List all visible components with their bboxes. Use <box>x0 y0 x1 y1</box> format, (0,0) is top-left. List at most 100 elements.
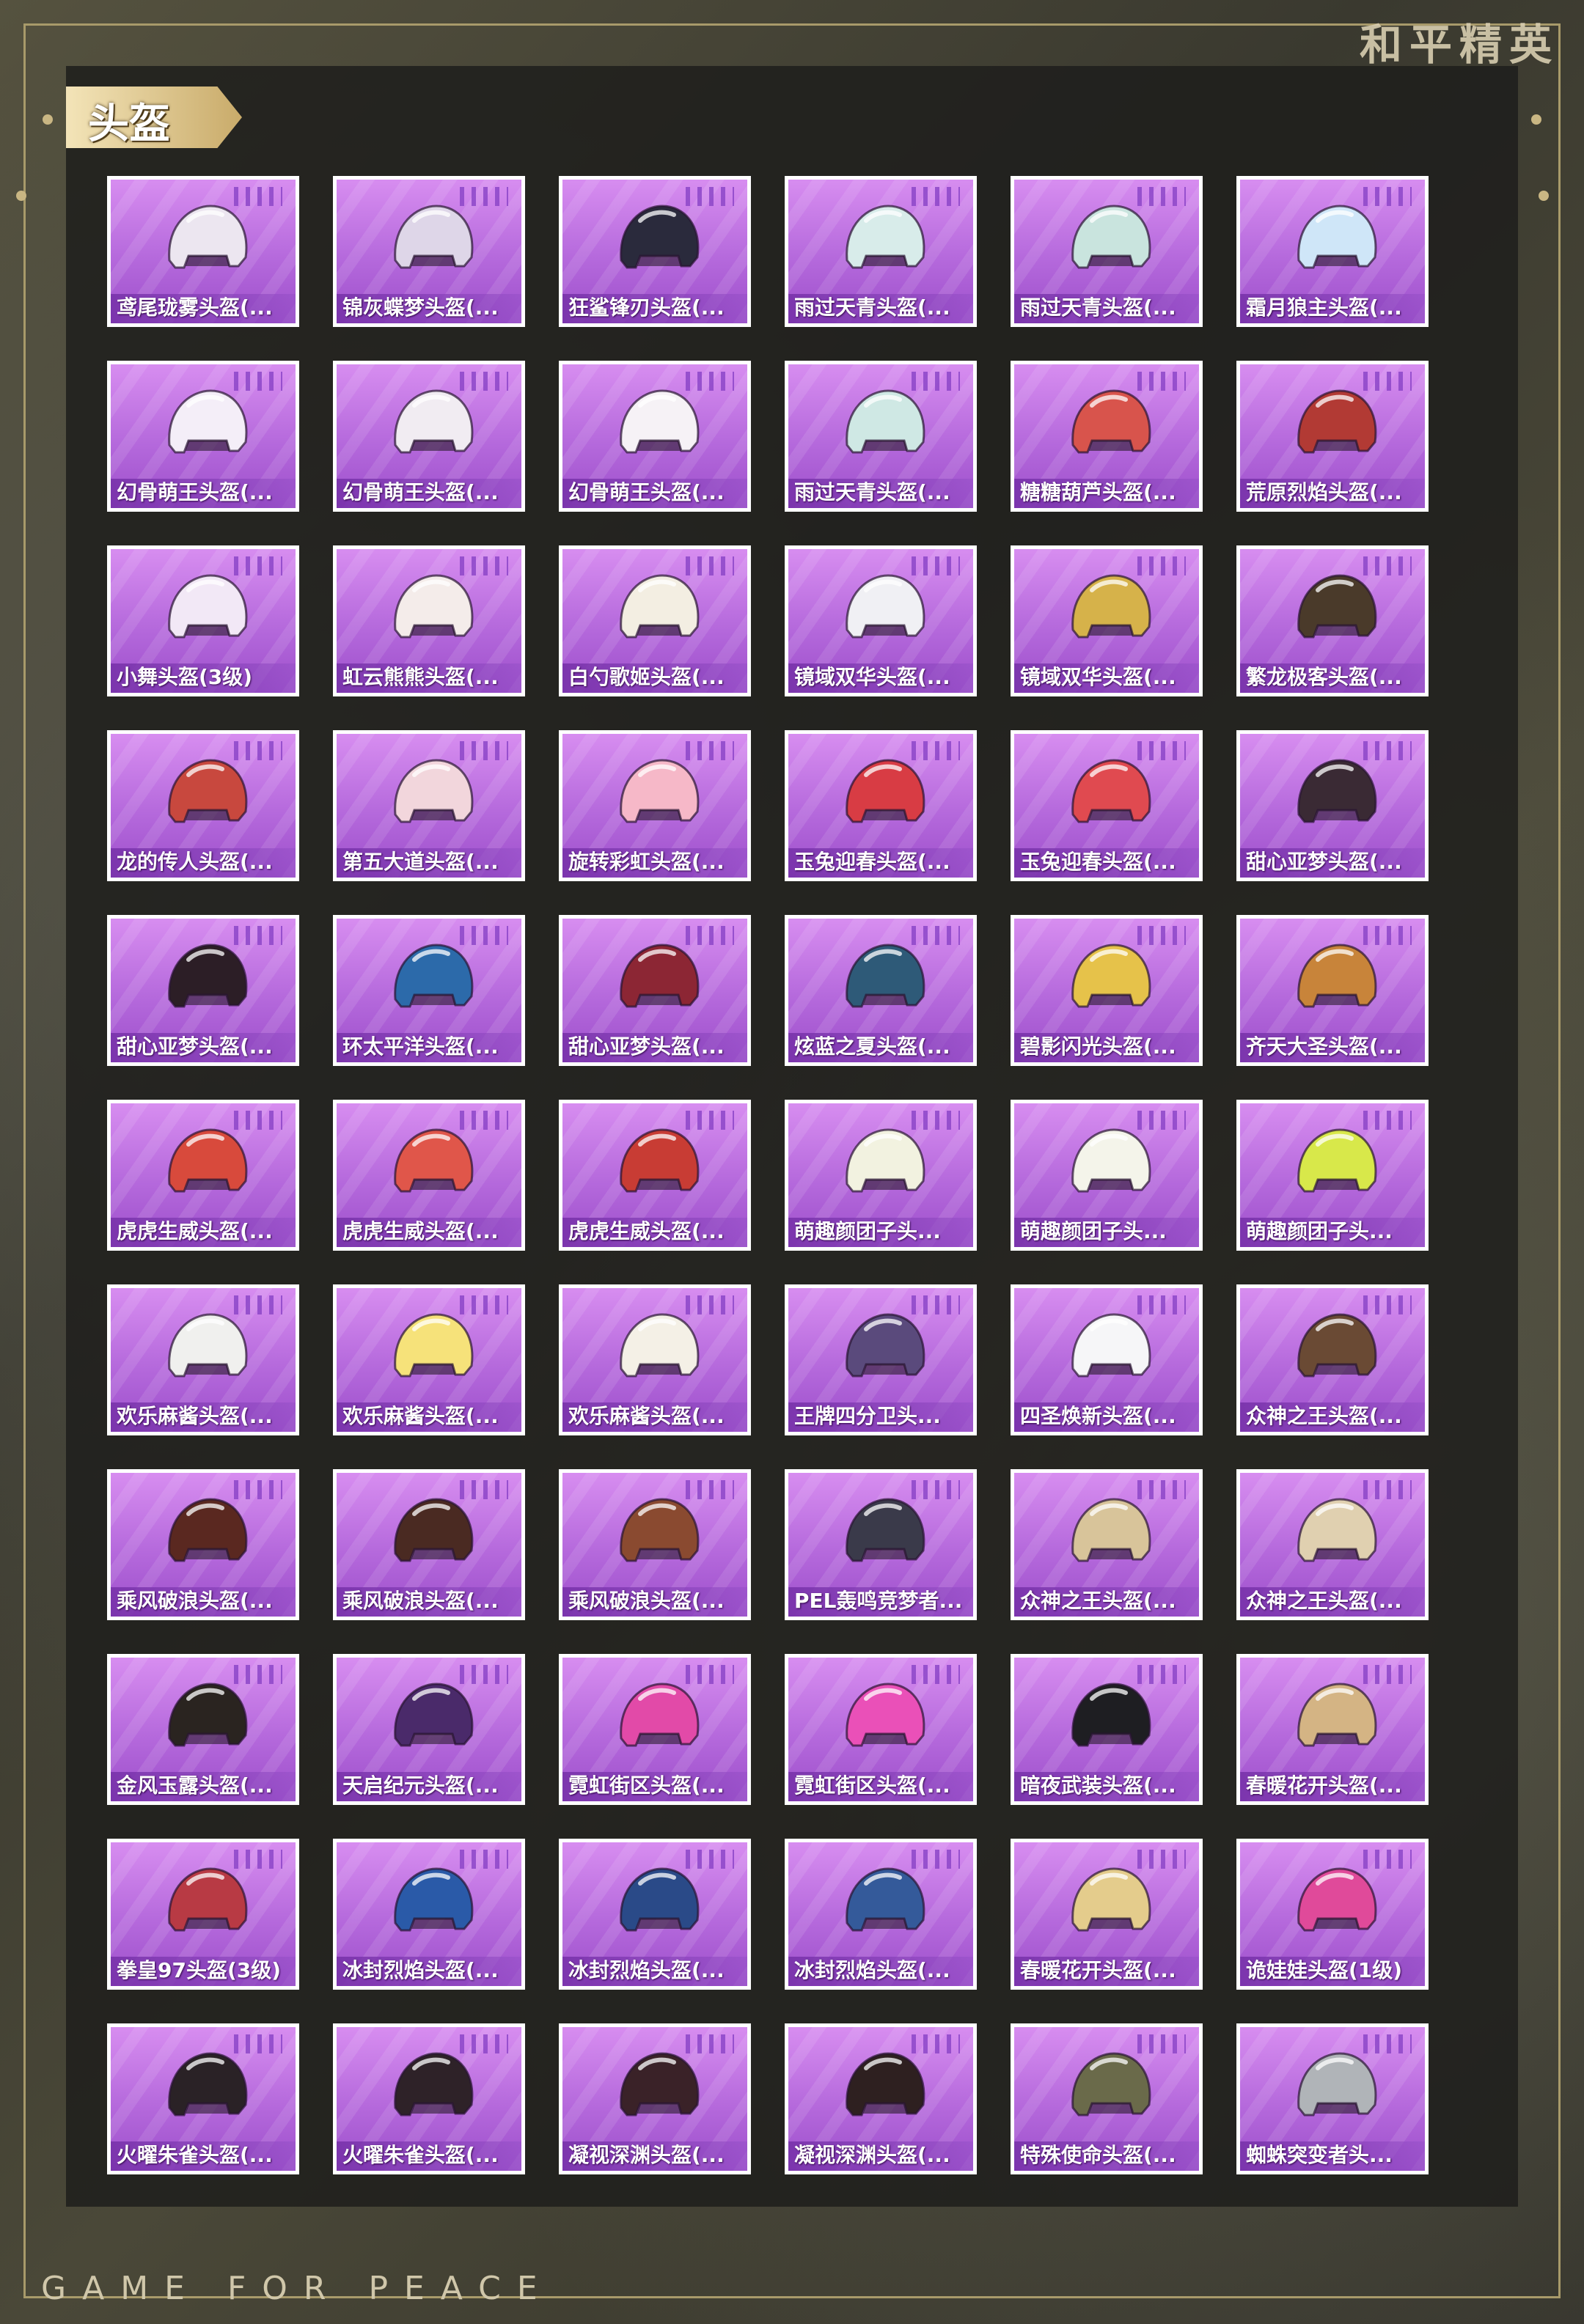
helmet-card[interactable]: 幻骨萌王头盔(... <box>559 361 751 512</box>
helmet-name: 乘风破浪头盔(... <box>342 1589 499 1613</box>
helmet-card[interactable]: 虎虎生威头盔(... <box>333 1100 525 1251</box>
helmet-card[interactable]: 霜月狼主头盔(... <box>1236 176 1429 327</box>
helmet-icon <box>168 1313 248 1378</box>
helmet-name: 荒原烈焰头盔(... <box>1246 480 1402 504</box>
helmet-card[interactable]: 欢乐麻酱头盔(... <box>107 1284 299 1435</box>
helmet-card[interactable]: 锦灰蝶梦头盔(... <box>333 176 525 327</box>
helmet-card[interactable]: 诡娃娃头盔(1级) <box>1236 1839 1429 1990</box>
helmet-card[interactable]: 雨过天青头盔(... <box>785 361 977 512</box>
helmet-card[interactable]: 蜘蛛突变者头... <box>1236 2023 1429 2174</box>
helmet-icon <box>168 944 248 1008</box>
helmet-card[interactable]: 雨过天青头盔(... <box>1011 176 1203 327</box>
helmet-name: 甜心亚梦头盔(... <box>117 1034 273 1059</box>
helmet-card[interactable]: 春暖花开头盔(... <box>1011 1839 1203 1990</box>
helmet-icon <box>394 1498 474 1562</box>
helmet-card[interactable]: 特殊使命头盔(... <box>1011 2023 1203 2174</box>
helmet-card[interactable]: 众神之王头盔(... <box>1011 1469 1203 1620</box>
helmet-card[interactable]: 天启纪元头盔(... <box>333 1654 525 1805</box>
helmet-card[interactable]: 碧影闪光头盔(... <box>1011 915 1203 1066</box>
helmet-name: 虎虎生威头盔(... <box>568 1219 725 1243</box>
helmet-card[interactable]: 狂鲨锋刃头盔(... <box>559 176 751 327</box>
helmet-card[interactable]: 荒原烈焰头盔(... <box>1236 361 1429 512</box>
helmet-icon <box>394 759 474 823</box>
helmet-card[interactable]: 乘风破浪头盔(... <box>333 1469 525 1620</box>
helmet-card[interactable]: 火曜朱雀头盔(... <box>333 2023 525 2174</box>
helmet-name: 欢乐麻酱头盔(... <box>568 1404 725 1428</box>
helmet-icon <box>620 1128 700 1193</box>
helmet-name: 镜域双华头盔(... <box>1020 665 1176 689</box>
helmet-card[interactable]: 虎虎生威头盔(... <box>559 1100 751 1251</box>
helmet-card[interactable]: 冰封烈焰头盔(... <box>333 1839 525 1990</box>
helmet-card[interactable]: 幻骨萌王头盔(... <box>107 361 299 512</box>
helmet-icon <box>394 1867 474 1932</box>
helmet-icon <box>1297 1128 1377 1193</box>
helmet-name: 虎虎生威头盔(... <box>117 1219 273 1243</box>
helmet-card[interactable]: 龙的传人头盔(... <box>107 730 299 881</box>
frame-dot-left-top <box>43 114 53 125</box>
helmet-card[interactable]: 第五大道头盔(... <box>333 730 525 881</box>
helmet-card[interactable]: 冰封烈焰头盔(... <box>785 1839 977 1990</box>
helmet-card[interactable]: 霓虹街区头盔(... <box>785 1654 977 1805</box>
helmet-name: 镜域双华头盔(... <box>794 665 950 689</box>
helmet-card[interactable]: 虹云熊熊头盔(... <box>333 545 525 696</box>
helmet-card[interactable]: 炫蓝之夏头盔(... <box>785 915 977 1066</box>
helmet-icon <box>1071 944 1151 1008</box>
helmet-card[interactable]: 甜心亚梦头盔(... <box>107 915 299 1066</box>
helmet-card[interactable]: 旋转彩虹头盔(... <box>559 730 751 881</box>
helmet-name: 凝视深渊头盔(... <box>568 2143 725 2167</box>
helmet-icon <box>620 759 700 823</box>
helmet-icon <box>620 205 700 269</box>
helmet-card[interactable]: 凝视深渊头盔(... <box>785 2023 977 2174</box>
helmet-card[interactable]: 镜域双华头盔(... <box>785 545 977 696</box>
footer-slogan: GAME FOR PEACE <box>41 2270 554 2307</box>
helmet-card[interactable]: 玉兔迎春头盔(... <box>1011 730 1203 881</box>
helmet-name: 拳皇97头盔(3级) <box>117 1958 282 1982</box>
helmet-card[interactable]: 环太平洋头盔(... <box>333 915 525 1066</box>
helmet-name: 四圣焕新头盔(... <box>1020 1404 1176 1428</box>
helmet-card[interactable]: 萌趣颜团子头... <box>1236 1100 1429 1251</box>
helmet-card[interactable]: 镜域双华头盔(... <box>1011 545 1203 696</box>
helmet-card[interactable]: 白勺歌姬头盔(... <box>559 545 751 696</box>
helmet-card[interactable]: 众神之王头盔(... <box>1236 1284 1429 1435</box>
helmet-icon <box>846 1683 925 1747</box>
helmet-card[interactable]: 玉兔迎春头盔(... <box>785 730 977 881</box>
helmet-name: 萌趣颜团子头... <box>1020 1219 1167 1243</box>
helmet-card[interactable]: 欢乐麻酱头盔(... <box>333 1284 525 1435</box>
helmet-card[interactable]: 繁龙极客头盔(... <box>1236 545 1429 696</box>
helmet-card[interactable]: 冰封烈焰头盔(... <box>559 1839 751 1990</box>
helmet-card[interactable]: 金风玉露头盔(... <box>107 1654 299 1805</box>
helmet-name: 狂鲨锋刃头盔(... <box>568 295 725 320</box>
helmet-icon <box>1071 1498 1151 1562</box>
helmet-card[interactable]: 幻骨萌王头盔(... <box>333 361 525 512</box>
helmet-card[interactable]: 萌趣颜团子头... <box>785 1100 977 1251</box>
helmet-card[interactable]: 鸢尾珑雾头盔(... <box>107 176 299 327</box>
helmet-name: 金风玉露头盔(... <box>117 1773 273 1798</box>
helmet-card[interactable]: 雨过天青头盔(... <box>785 176 977 327</box>
helmet-icon <box>1071 1313 1151 1378</box>
helmet-name: 虹云熊熊头盔(... <box>342 665 499 689</box>
helmet-card[interactable]: 齐天大圣头盔(... <box>1236 915 1429 1066</box>
helmet-card[interactable]: 糖糖葫芦头盔(... <box>1011 361 1203 512</box>
helmet-icon <box>846 1498 925 1562</box>
helmet-name: 玉兔迎春头盔(... <box>1020 850 1176 874</box>
helmet-card[interactable]: 虎虎生威头盔(... <box>107 1100 299 1251</box>
helmet-card[interactable]: 火曜朱雀头盔(... <box>107 2023 299 2174</box>
helmet-card[interactable]: 众神之王头盔(... <box>1236 1469 1429 1620</box>
helmet-card[interactable]: 小舞头盔(3级) <box>107 545 299 696</box>
helmet-card[interactable]: 暗夜武装头盔(... <box>1011 1654 1203 1805</box>
helmet-card[interactable]: 王牌四分卫头... <box>785 1284 977 1435</box>
helmet-card[interactable]: 甜心亚梦头盔(... <box>1236 730 1429 881</box>
helmet-card[interactable]: 春暖花开头盔(... <box>1236 1654 1429 1805</box>
helmet-card[interactable]: 霓虹街区头盔(... <box>559 1654 751 1805</box>
helmet-card[interactable]: PEL轰鸣竞梦者... <box>785 1469 977 1620</box>
helmet-card[interactable]: 乘风破浪头盔(... <box>559 1469 751 1620</box>
helmet-card[interactable]: 拳皇97头盔(3级) <box>107 1839 299 1990</box>
helmet-card[interactable]: 凝视深渊头盔(... <box>559 2023 751 2174</box>
helmet-card[interactable]: 甜心亚梦头盔(... <box>559 915 751 1066</box>
frame-dot-right-top <box>1531 114 1541 125</box>
helmet-card[interactable]: 四圣焕新头盔(... <box>1011 1284 1203 1435</box>
brand-logo-text: 和平精英 <box>1359 20 1559 70</box>
helmet-card[interactable]: 萌趣颜团子头... <box>1011 1100 1203 1251</box>
helmet-card[interactable]: 乘风破浪头盔(... <box>107 1469 299 1620</box>
helmet-card[interactable]: 欢乐麻酱头盔(... <box>559 1284 751 1435</box>
